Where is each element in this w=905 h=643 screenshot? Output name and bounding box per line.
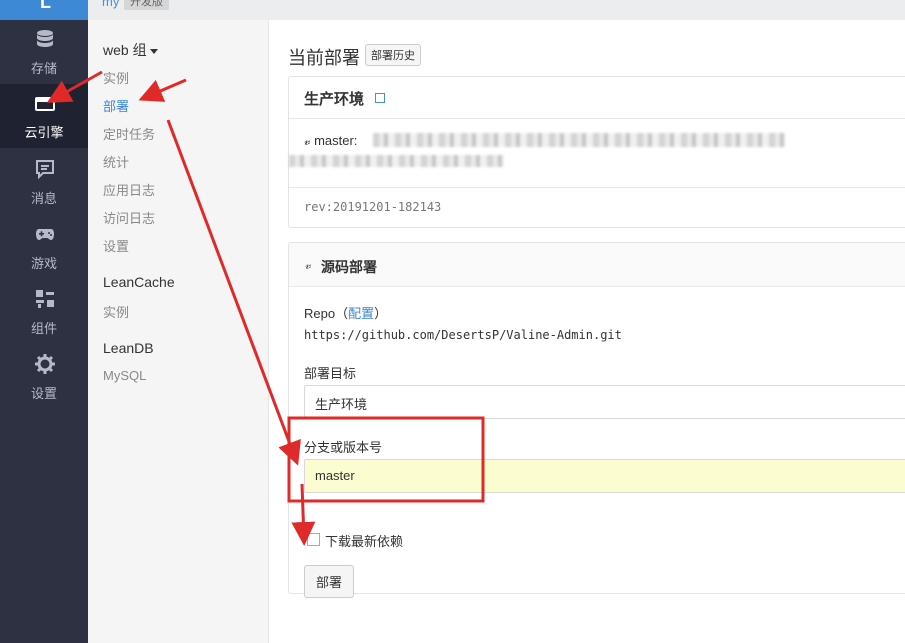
main-content: 当前部署 部署历史 生产环境 𝓋 master: rev:20191201-18…	[270, 20, 905, 643]
submenu-item-leancache-instance[interactable]: 实例	[103, 302, 129, 321]
submenu-item-settings[interactable]: 设置	[103, 236, 129, 255]
page-title: 当前部署	[288, 48, 360, 68]
nav-item-component[interactable]: 组件	[0, 280, 88, 344]
submenu-item-deploy[interactable]: 部署	[103, 96, 129, 115]
panel-header: 生产环境	[289, 77, 905, 119]
redacted-commit	[373, 133, 785, 147]
sub-menu: web 组 实例 部署 定时任务 统计 应用日志 访问日志 设置 LeanCac…	[88, 20, 269, 643]
branch-input[interactable]: master	[304, 459, 905, 493]
submenu-item-access-log[interactable]: 访问日志	[103, 208, 155, 227]
download-deps-label: 下载最新依赖	[325, 534, 404, 549]
nav-label: 游戏	[30, 256, 57, 271]
rev-value: rev:20191201-182143	[304, 200, 442, 214]
cloud-engine-icon	[35, 97, 55, 111]
submenu-group-web[interactable]: web 组	[103, 40, 158, 60]
external-link-icon[interactable]	[375, 93, 385, 103]
component-icon	[36, 290, 54, 308]
nav-item-game[interactable]: 游戏	[0, 215, 88, 279]
submenu-item-app-log[interactable]: 应用日志	[103, 180, 155, 199]
group-label: web 组	[103, 42, 147, 58]
submenu-item-stats[interactable]: 统计	[103, 152, 129, 171]
branch-label: master:	[314, 133, 358, 148]
redacted-commit	[289, 155, 504, 167]
nav-item-storage[interactable]: 存储	[0, 20, 88, 84]
nav-label: 设置	[30, 386, 57, 401]
message-icon	[36, 160, 54, 180]
logo[interactable]: L	[0, 0, 88, 20]
target-label: 部署目标	[304, 366, 357, 381]
submenu-item-mysql[interactable]: MySQL	[103, 368, 146, 383]
submenu-group-leandb[interactable]: LeanDB	[103, 340, 154, 356]
submenu-group-leancache[interactable]: LeanCache	[103, 274, 175, 290]
repo-label: Repo（配置）	[304, 303, 387, 322]
deploy-target-select[interactable]: 生产环境	[304, 385, 905, 419]
current-branch: 𝓋 master:	[304, 133, 357, 149]
rev-row: rev:20191201-182143	[289, 187, 905, 229]
logo-letter: L	[40, 0, 51, 12]
current-deploy-panel: 生产环境 𝓋 master: rev:20191201-182143	[288, 76, 905, 228]
branch-field-label: 分支或版本号	[304, 440, 383, 455]
nav-item-settings[interactable]: 设置	[0, 345, 88, 409]
top-bar: L my 开发版	[0, 0, 905, 20]
source-deploy-title: 源码部署	[321, 259, 377, 275]
git-branch-icon: 𝓋	[305, 257, 312, 272]
app-name[interactable]: my	[102, 0, 119, 9]
deploy-history-button[interactable]: 部署历史	[365, 44, 421, 66]
deploy-button[interactable]: 部署	[304, 565, 354, 598]
repo-label-text: Repo（	[304, 306, 349, 321]
env-badge: 开发版	[124, 0, 169, 10]
database-icon	[37, 30, 53, 47]
main-nav: 存储 云引擎 消息 游戏 组件 设置	[0, 20, 88, 643]
source-deploy-panel: 𝓋 源码部署 Repo（配置） https://github.com/Deser…	[288, 242, 905, 598]
nav-label: 云引擎	[24, 125, 64, 140]
nav-label: 存储	[30, 61, 57, 76]
gamepad-icon	[36, 229, 54, 240]
submenu-item-cron[interactable]: 定时任务	[103, 124, 155, 143]
gear-icon	[35, 354, 55, 374]
nav-item-message[interactable]: 消息	[0, 150, 88, 214]
download-deps-checkbox[interactable]	[307, 533, 320, 546]
repo-config-link[interactable]: 配置	[348, 306, 374, 321]
nav-label: 组件	[30, 321, 57, 336]
repo-label-close: ）	[374, 306, 388, 321]
git-branch-icon: 𝓋	[304, 133, 311, 148]
env-title: 生产环境	[304, 91, 365, 108]
caret-down-icon	[149, 48, 158, 54]
panel-header: 𝓋 源码部署	[289, 243, 905, 287]
submenu-item-instance[interactable]: 实例	[103, 68, 129, 87]
repo-url: https://github.com/DesertsP/Valine-Admin…	[304, 328, 622, 342]
nav-item-cloud-engine[interactable]: 云引擎	[0, 84, 88, 148]
nav-label: 消息	[30, 191, 57, 206]
